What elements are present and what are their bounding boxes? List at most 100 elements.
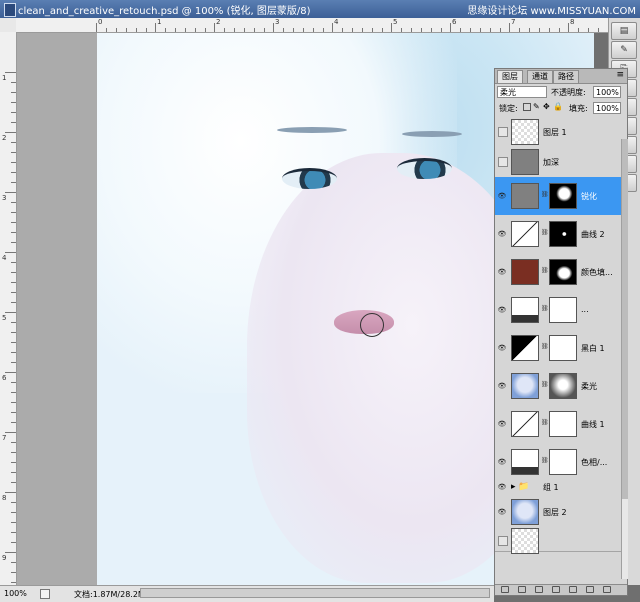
lock-all-icon[interactable]: 🔒 — [553, 102, 563, 111]
layer-thumbnail[interactable] — [511, 411, 539, 437]
layer-mask-thumbnail[interactable] — [549, 335, 577, 361]
document-title-bar[interactable]: clean_and_creative_retouch.psd @ 100% (锐… — [0, 0, 640, 18]
mask-link-icon[interactable]: ⛓ — [541, 267, 549, 274]
scroll-thumb[interactable] — [622, 139, 628, 499]
ruler-minor-tick — [11, 292, 16, 293]
layer-row[interactable]: 加深 — [495, 147, 621, 178]
visibility-eye-icon[interactable]: 👁 — [497, 457, 507, 467]
horizontal-scrollbar[interactable] — [140, 588, 490, 598]
visibility-eye-icon[interactable]: 👁 — [497, 267, 507, 277]
visibility-toggle[interactable] — [498, 127, 508, 137]
mask-link-icon[interactable]: ⛓ — [541, 305, 549, 312]
layer-mask-thumbnail[interactable] — [549, 449, 577, 475]
layer-mask-thumbnail[interactable] — [549, 297, 577, 323]
lock-transparent-icon[interactable] — [523, 103, 531, 111]
layer-thumbnail[interactable] — [511, 221, 539, 247]
layer-name[interactable]: ... — [581, 305, 589, 314]
ruler-left[interactable]: 1 2 3 4 5 6 7 8 9 — [0, 32, 17, 585]
layer-thumbnail[interactable] — [511, 499, 539, 525]
layer-name[interactable]: 图层 1 — [543, 127, 567, 138]
ruler-corner[interactable] — [0, 18, 17, 33]
layer-style-icon[interactable] — [518, 586, 526, 593]
visibility-eye-icon[interactable]: 👁 — [497, 482, 507, 492]
ruler-minor-tick — [293, 28, 294, 32]
visibility-toggle[interactable] — [498, 536, 508, 546]
layer-mask-thumbnail[interactable] — [549, 259, 577, 285]
visibility-eye-icon[interactable]: 👁 — [497, 507, 507, 517]
mask-link-icon[interactable]: ⛓ — [541, 343, 549, 350]
layer-mask-thumbnail[interactable] — [549, 373, 577, 399]
layer-thumbnail[interactable] — [511, 335, 539, 361]
new-layer-icon[interactable] — [586, 586, 594, 593]
group-folder-icon[interactable]: ▸ 📁 — [511, 482, 530, 492]
layer-thumbnail[interactable] — [511, 119, 539, 145]
ruler-top[interactable]: 012345678910 — [16, 18, 608, 33]
new-adjustment-icon[interactable] — [552, 586, 560, 593]
layer-row[interactable]: 👁 ⛓ 曲线 1 — [495, 405, 621, 444]
layer-name[interactable]: 颜色填... — [581, 267, 613, 278]
layer-thumbnail[interactable] — [511, 528, 539, 554]
layer-name[interactable]: 锐化 — [581, 191, 597, 202]
delete-layer-icon[interactable] — [603, 586, 611, 593]
layer-thumbnail[interactable] — [511, 449, 539, 475]
layer-thumbnail[interactable] — [511, 373, 539, 399]
layer-row[interactable]: 👁 ⛓ 曲线 2 — [495, 215, 621, 254]
layer-name[interactable]: 加深 — [543, 157, 559, 168]
layer-mask-thumbnail[interactable] — [549, 183, 577, 209]
visibility-eye-icon[interactable]: 👁 — [497, 191, 507, 201]
layer-row[interactable]: 👁 ⛓ 颜色填... — [495, 253, 621, 292]
layer-name[interactable]: 图层 2 — [543, 507, 567, 518]
layer-name[interactable]: 柔光 — [581, 381, 597, 392]
tab-channels[interactable]: 通道 — [527, 70, 553, 83]
layer-name[interactable]: 组 1 — [543, 482, 559, 493]
layer-name[interactable]: 曲线 2 — [581, 229, 605, 240]
layer-row[interactable]: 👁 ⛓... — [495, 291, 621, 330]
tab-paths[interactable]: 路径 — [553, 70, 579, 83]
ruler-minor-tick — [323, 28, 324, 32]
layer-thumbnail[interactable] — [511, 149, 539, 175]
visibility-eye-icon[interactable]: 👁 — [497, 305, 507, 315]
ruler-minor-tick — [372, 28, 373, 32]
layer-name[interactable]: 色相/... — [581, 457, 607, 468]
layer-row[interactable]: 图层 1 — [495, 117, 621, 148]
zoom-level[interactable]: 100% — [4, 589, 27, 598]
layer-thumbnail[interactable] — [511, 183, 539, 209]
mask-link-icon[interactable]: ⛓ — [541, 229, 549, 236]
layer-name[interactable]: 曲线 1 — [581, 419, 605, 430]
visibility-toggle[interactable] — [498, 157, 508, 167]
layer-thumbnail[interactable] — [511, 297, 539, 323]
layer-row[interactable]: 👁 ⛓ 柔光 — [495, 367, 621, 406]
visibility-eye-icon[interactable]: 👁 — [497, 381, 507, 391]
visibility-eye-icon[interactable]: 👁 — [497, 419, 507, 429]
link-layers-icon[interactable] — [501, 586, 509, 593]
lock-brush-icon[interactable]: ✎ — [533, 102, 540, 111]
tab-layers[interactable]: 图层 — [497, 70, 523, 83]
layer-row[interactable] — [495, 528, 621, 554]
mask-link-icon[interactable]: ⛓ — [541, 191, 549, 198]
visibility-eye-icon[interactable]: 👁 — [497, 229, 507, 239]
lock-label: 锁定: — [499, 104, 518, 113]
layer-name[interactable]: 黑白 1 — [581, 343, 605, 354]
mask-link-icon[interactable]: ⛓ — [541, 419, 549, 426]
lock-move-icon[interactable]: ✥ — [543, 102, 550, 111]
status-menu-arrow[interactable] — [40, 589, 50, 599]
brush-icon[interactable]: ✎ — [611, 41, 637, 59]
add-mask-icon[interactable] — [535, 586, 543, 593]
arrange-icon[interactable]: ▤ — [611, 22, 637, 40]
mask-link-icon[interactable]: ⛓ — [541, 457, 549, 464]
new-group-icon[interactable] — [569, 586, 577, 593]
layer-thumbnail[interactable] — [511, 259, 539, 285]
layer-row[interactable]: 👁 图层 2 — [495, 493, 621, 532]
layer-row[interactable]: 👁 ⛓ 黑白 1 — [495, 329, 621, 368]
layers-scrollbar[interactable] — [621, 139, 628, 579]
opacity-input[interactable]: 100% — [593, 86, 621, 98]
layer-row[interactable]: 👁 ⛓ 色相/... — [495, 443, 621, 482]
layer-mask-thumbnail[interactable] — [549, 411, 577, 437]
mask-link-icon[interactable]: ⛓ — [541, 381, 549, 388]
panel-menu-icon[interactable]: ≡ — [616, 70, 624, 80]
blend-mode-select[interactable]: 柔光 — [497, 86, 547, 98]
visibility-eye-icon[interactable]: 👁 — [497, 343, 507, 353]
layer-mask-thumbnail[interactable] — [549, 221, 577, 247]
fill-input[interactable]: 100% — [593, 102, 621, 114]
layer-row[interactable]: 👁 ⛓ 锐化 — [495, 177, 621, 216]
